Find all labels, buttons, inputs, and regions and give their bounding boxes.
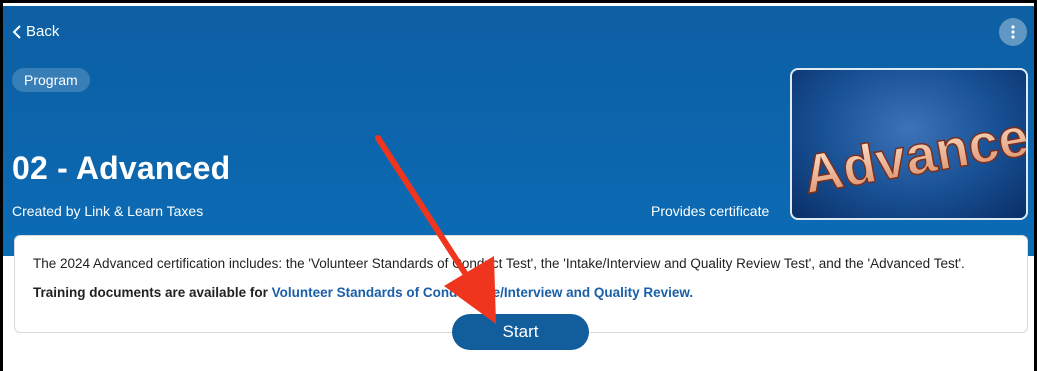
start-button[interactable]: Start bbox=[452, 314, 589, 350]
chevron-left-icon bbox=[12, 24, 21, 39]
page-title: 02 - Advanced bbox=[12, 150, 231, 186]
more-vertical-icon bbox=[1011, 25, 1015, 39]
training-documents-line: Training documents are available for Vol… bbox=[33, 285, 693, 300]
certificate-text: Provides certificate bbox=[651, 203, 770, 219]
thumbnail-art: Advanced bbox=[798, 99, 1026, 206]
back-button[interactable]: Back bbox=[12, 23, 59, 40]
docs-suffix: . bbox=[689, 285, 694, 300]
intake-interview-link[interactable]: Intake/Interview and Quality Review bbox=[457, 285, 689, 300]
thumbnail-text: Advanced bbox=[799, 100, 1026, 205]
more-options-button[interactable] bbox=[999, 18, 1027, 46]
program-thumbnail: Advanced bbox=[790, 68, 1028, 220]
program-badge: Program bbox=[12, 68, 90, 92]
docs-prefix: Training documents are available for bbox=[33, 285, 272, 300]
certification-description: The 2024 Advanced certification includes… bbox=[33, 256, 965, 271]
creator-text: Created by Link & Learn Taxes bbox=[12, 203, 204, 219]
volunteer-standards-link[interactable]: Volunteer Standards of Cond bbox=[272, 285, 458, 300]
back-label: Back bbox=[26, 23, 60, 40]
